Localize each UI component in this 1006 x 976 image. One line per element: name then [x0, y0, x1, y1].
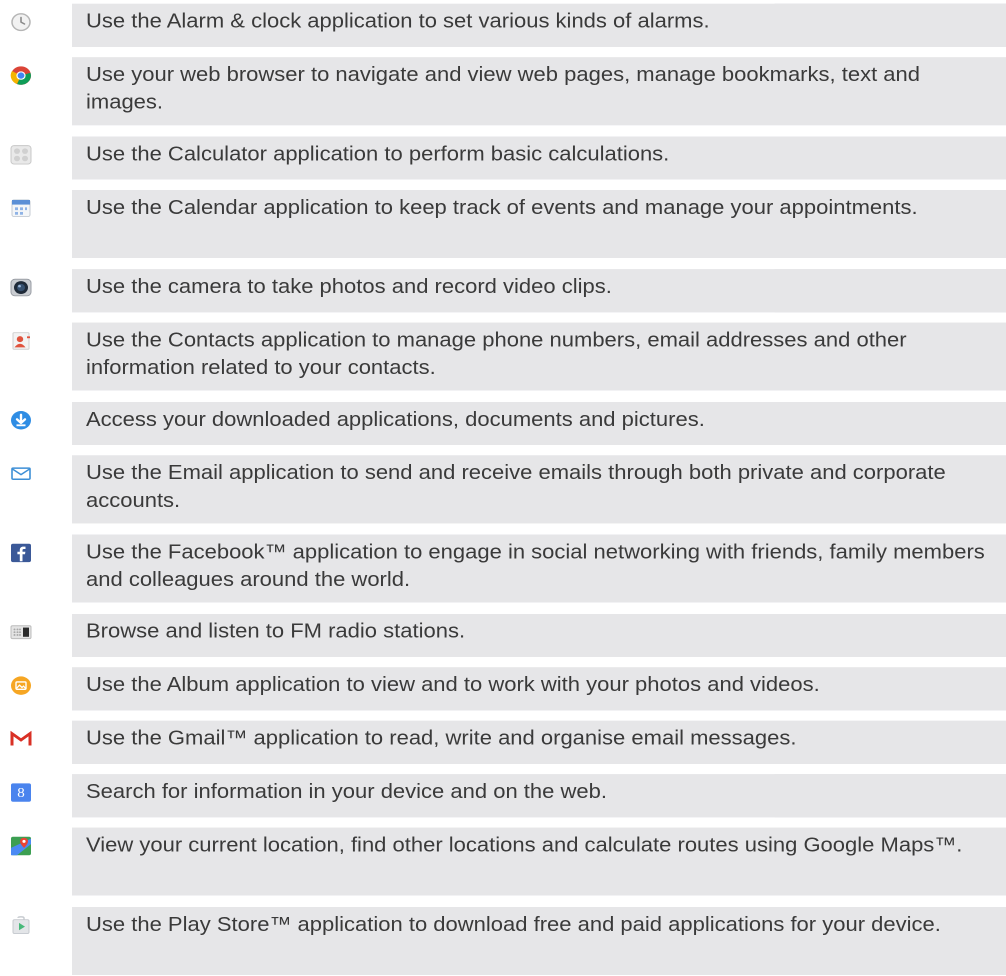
list-item-description: Use the Email application to send and re… [72, 455, 1006, 524]
list-item-description: Use the Calculator application to perfor… [72, 136, 1006, 180]
play-store-icon [9, 914, 33, 936]
alarm-clock-icon [9, 11, 33, 33]
list-item-text: View your current location, find other l… [86, 833, 963, 857]
list-item-text: Access your downloaded applications, doc… [86, 407, 705, 431]
list-item-text: Use the Play Store™ application to downl… [86, 912, 941, 936]
list-item-description: Access your downloaded applications, doc… [72, 401, 1006, 446]
svg-text:8: 8 [17, 786, 24, 801]
list-item-text: Use the Facebook™ application to engage … [86, 540, 985, 591]
list-item-description: Use the Alarm & clock application to set… [72, 3, 1006, 47]
contacts-icon [9, 330, 33, 352]
list-item-description: Search for information in your device an… [72, 774, 1006, 818]
list-item-description: Use the Play Store™ application to downl… [72, 906, 1006, 975]
list-item-description: Use your web browser to navigate and vie… [72, 57, 1006, 126]
list-item-text: Search for information in your device an… [86, 779, 607, 803]
google-search-icon: 8 [9, 781, 33, 803]
browser-icon [9, 65, 33, 87]
fm-radio-icon [9, 621, 33, 643]
calculator-icon [9, 144, 33, 166]
email-icon [9, 463, 33, 485]
gmail-icon [9, 728, 33, 750]
camera-icon [9, 276, 33, 298]
list-item-description: View your current location, find other l… [72, 827, 1006, 896]
album-icon [9, 675, 33, 697]
list-item-text: Use the camera to take photos and record… [86, 274, 612, 298]
list-item-text: Use the Gmail™ application to read, writ… [86, 726, 797, 750]
maps-icon [9, 835, 33, 857]
list-item-description: Use the Album application to view and to… [72, 667, 1006, 711]
calendar-icon [9, 197, 33, 219]
download-icon [9, 409, 33, 431]
list-item-text: Use your web browser to navigate and vie… [86, 62, 921, 114]
list-item-text: Use the Email application to send and re… [86, 460, 946, 512]
list-item-text: Use the Calendar application to keep tra… [86, 195, 918, 219]
list-item-description: Use the camera to take photos and record… [72, 269, 1006, 313]
list-item-text: Browse and listen to FM radio stations. [86, 619, 466, 643]
list-item-text: Use the Contacts application to manage p… [86, 328, 907, 379]
list-item-description: Use the Gmail™ application to read, writ… [72, 720, 1006, 764]
list-item-description: Browse and listen to FM radio stations. [72, 613, 1006, 658]
list-item-text: Use the Alarm & clock application to set… [86, 9, 710, 33]
list-item-text: Use the Album application to view and to… [86, 672, 820, 696]
list-item-description: Use the Calendar application to keep tra… [72, 189, 1006, 259]
list-item-description: Use the Contacts application to manage p… [72, 322, 1006, 391]
list-item-text: Use the Calculator application to perfor… [86, 141, 670, 165]
facebook-icon [9, 542, 33, 564]
list-item-description: Use the Facebook™ application to engage … [72, 534, 1006, 603]
